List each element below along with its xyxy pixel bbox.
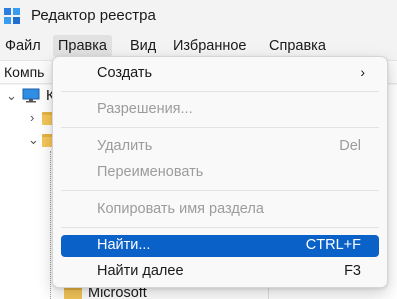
tree-connector xyxy=(50,151,51,299)
menu-item-shortcut: CTRL+F xyxy=(305,237,361,253)
chevron-down-icon[interactable]: ⌄ xyxy=(6,85,17,107)
menu-item-shortcut: Del xyxy=(339,138,361,154)
menu-item-delete[interactable]: Удалить Del xyxy=(61,136,379,158)
menu-item-permissions[interactable]: Разрешения... xyxy=(61,99,379,121)
menu-item-find-next[interactable]: Найти далее F3 xyxy=(61,261,379,283)
menu-separator xyxy=(61,190,379,191)
menu-item-label: Удалить xyxy=(97,138,153,154)
chevron-down-icon[interactable]: ⌄ xyxy=(28,129,39,151)
menu-item-label: Копировать имя раздела xyxy=(97,201,264,217)
menu-item-label: Найти далее xyxy=(97,263,184,279)
chevron-right-icon[interactable]: › xyxy=(30,107,34,129)
menu-item-copy-key-name[interactable]: Копировать имя раздела xyxy=(61,199,379,221)
title-bar: Редактор реестра xyxy=(0,0,397,34)
folder-icon xyxy=(64,287,82,299)
menu-item-shortcut: F3 xyxy=(344,263,361,279)
menu-item-create[interactable]: Создать › xyxy=(61,63,379,85)
menu-item-label: Создать xyxy=(97,65,153,81)
menu-view[interactable]: Вид xyxy=(125,35,161,57)
menu-item-find[interactable]: Найти... CTRL+F xyxy=(61,235,379,257)
registry-editor-icon xyxy=(4,8,20,24)
address-text: Компь xyxy=(4,64,45,80)
menu-item-label: Разрешения... xyxy=(97,101,193,117)
computer-icon xyxy=(22,88,40,103)
window-title: Редактор реестра xyxy=(31,7,156,24)
menu-separator xyxy=(61,227,379,228)
menu-favorites[interactable]: Избранное xyxy=(168,35,251,57)
menu-item-rename[interactable]: Переименовать xyxy=(61,162,379,184)
menu-help[interactable]: Справка xyxy=(264,35,331,57)
menu-item-label: Найти... xyxy=(97,237,151,253)
menu-file[interactable]: Файл xyxy=(0,35,46,57)
menu-separator xyxy=(61,127,379,128)
menu-item-label: Переименовать xyxy=(97,164,204,180)
submenu-arrow-icon: › xyxy=(360,64,365,80)
menu-separator xyxy=(61,91,379,92)
menu-edit[interactable]: Правка xyxy=(53,35,112,57)
menu-bar: Файл Правка Вид Избранное Справка xyxy=(0,34,397,58)
edit-menu-dropdown: Создать › Разрешения... Удалить Del Пере… xyxy=(52,56,388,288)
